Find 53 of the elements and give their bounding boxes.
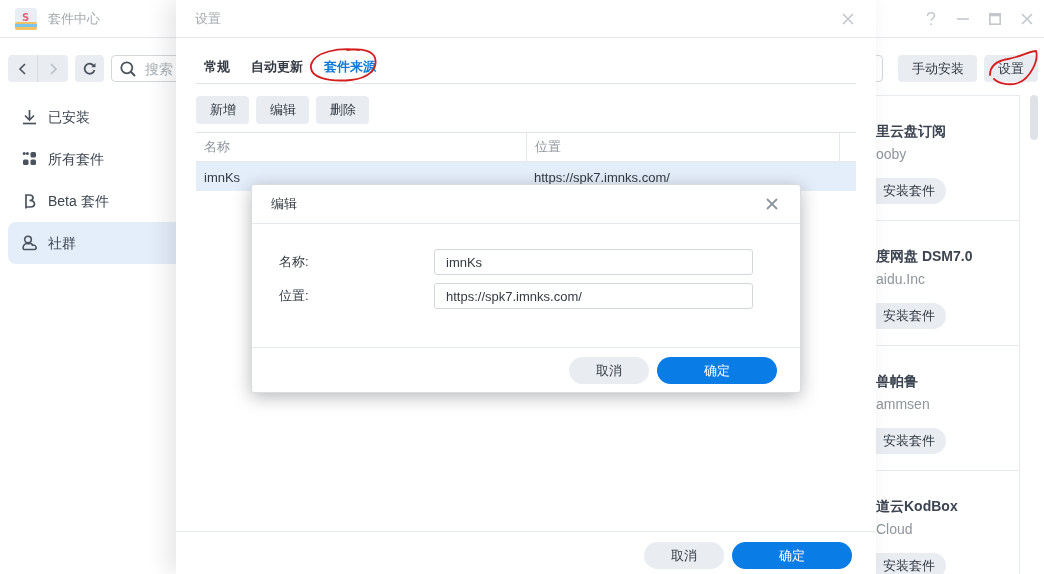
install-package-button[interactable]: 安装套件 [876,428,946,454]
table-cell-text: https://spk7.imnks.com/ [533,169,671,187]
close-icon[interactable] [1021,12,1033,25]
sidebar-item[interactable]: 所有套件 [8,138,176,180]
tab[interactable]: 常规 [196,50,238,83]
package-publisher: ooby [876,146,908,162]
beta-icon [22,193,37,209]
package-publisher: aidu.Inc [876,271,927,287]
back-button[interactable] [8,55,38,82]
download-icon [22,109,37,125]
text-field[interactable]: https://spk7.imnks.com/ [434,283,753,309]
chevron-right-icon [48,62,58,75]
people-icon [22,235,37,251]
search-icon [120,61,136,77]
cancel-button[interactable]: 取消 [644,542,724,569]
toolbar-button[interactable]: 删除 [316,96,369,124]
app-logo-icon: S [15,7,37,30]
help-icon[interactable] [925,11,937,26]
ok-button[interactable]: 确定 [657,357,777,384]
sidebar-item[interactable]: Beta 套件 [8,180,176,222]
package-publisher: ammsen [876,396,931,412]
field-label: 位置: [279,287,310,306]
package-title[interactable]: 度网盘 DSM7.0 [876,248,1019,264]
table-cell-text: imnKs [203,169,242,187]
text-field[interactable]: imnKs [434,249,753,275]
dialog-title: 设置 [195,9,221,28]
scrollbar-thumb[interactable] [1030,95,1038,140]
chevron-left-icon [18,62,27,75]
ink-circle-mark [309,47,379,83]
dialog-title: 编辑 [271,195,297,214]
toolbar-button[interactable]: 新增 [196,96,249,124]
install-package-button[interactable]: 安装套件 [876,303,946,329]
install-package-button[interactable]: 安装套件 [876,553,946,574]
install-package-button[interactable]: 安装套件 [876,178,946,204]
refresh-icon [83,62,96,75]
manual-install-button[interactable]: 手动安装 [898,55,977,82]
toolbar-button[interactable]: 编辑 [256,96,309,124]
ok-button[interactable]: 确定 [732,542,852,569]
cancel-button[interactable]: 取消 [569,357,649,384]
maximize-icon[interactable] [989,12,1001,25]
package-title[interactable]: 里云盘订阅 [876,123,1019,139]
close-icon[interactable] [842,12,854,25]
package-title[interactable]: 道云KodBox [876,498,1019,514]
package-title[interactable]: 兽帕鲁 [876,373,1019,389]
sidebar-item[interactable]: 已安装 [8,96,176,138]
refresh-button[interactable] [75,55,104,82]
window-title: 套件中心 [48,9,100,28]
package-publisher: Cloud [876,521,914,537]
close-icon[interactable] [766,198,778,210]
sidebar-item[interactable]: 社群 [8,222,176,264]
grid-icon [22,151,37,167]
field-label: 名称: [279,253,310,272]
tab[interactable]: 自动更新 [243,50,311,83]
